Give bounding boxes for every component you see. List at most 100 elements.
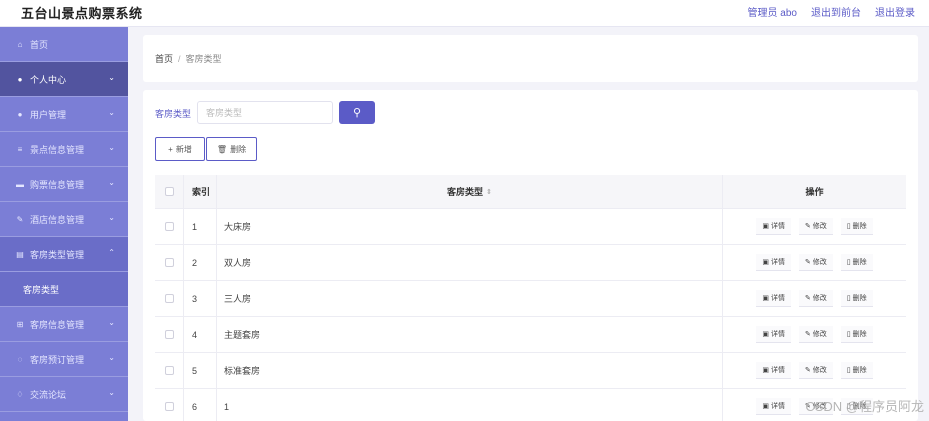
chevron-down-icon: ⌄ <box>108 143 115 152</box>
chevron-down-icon: ⌄ <box>108 388 115 397</box>
row-room-type: 大床房 <box>217 209 723 244</box>
delete-button[interactable]: ▯ 删除 <box>840 290 873 307</box>
sidebar-item-label: 首页 <box>30 39 49 50</box>
row-room-type: 1 <box>217 389 723 421</box>
delete-label: 删除 <box>852 331 867 338</box>
row-index: 2 <box>184 245 217 280</box>
detail-button[interactable]: ▣ 详情 <box>756 398 791 415</box>
detail-button[interactable]: ▣ 详情 <box>756 362 791 379</box>
row-room-type: 双人房 <box>217 245 723 280</box>
table-header-row: 索引 客房类型 ⇕ 操作 <box>155 175 906 209</box>
row-checkbox[interactable] <box>164 294 174 303</box>
trash-icon: ▯ <box>846 259 851 266</box>
detail-button[interactable]: ▣ 详情 <box>756 254 791 271</box>
header-room-type-label: 客房类型 <box>447 187 484 197</box>
search-icon: ⚲ <box>352 107 362 119</box>
sidebar-item-personal-center[interactable]: ● 个人中心 ⌄ <box>0 62 128 97</box>
detail-label: 详情 <box>770 403 785 410</box>
table-row: 4 主题套房 ▣ 详情 ✎ 修改 ▯ 删除 <box>155 317 906 353</box>
trash-icon: ▯ <box>846 295 851 302</box>
sidebar-item-label: 交流论坛 <box>30 389 67 400</box>
plus-icon: + <box>168 144 173 154</box>
chevron-down-icon: ⌄ <box>108 353 115 362</box>
sidebar-item-room-info[interactable]: ⊞ 客房信息管理 ⌄ <box>0 307 128 342</box>
edit-icon: ✎ <box>804 367 811 374</box>
delete-button-label: 删除 <box>230 144 247 154</box>
clock-icon: ◌ <box>17 354 23 364</box>
header-room-type[interactable]: 客房类型 ⇕ <box>217 175 723 208</box>
row-checkbox[interactable] <box>164 366 174 375</box>
detail-label: 详情 <box>770 259 785 266</box>
chevron-down-icon: ⌄ <box>108 213 115 222</box>
select-all-checkbox[interactable] <box>164 187 174 196</box>
table-row: 5 标准套房 ▣ 详情 ✎ 修改 ▯ 删除 <box>155 353 906 389</box>
sidebar-item-room-type-management[interactable]: ▤ 客房类型管理 ⌃ <box>0 237 128 272</box>
row-checkbox[interactable] <box>164 222 174 231</box>
trash-icon: 🗑 <box>216 144 228 154</box>
grid-icon: ⊞ <box>16 319 24 329</box>
sort-icon[interactable]: ⇕ <box>486 188 492 196</box>
sidebar-item-home[interactable]: ⌂ 首页 <box>0 27 128 62</box>
row-room-type: 三人房 <box>217 281 723 316</box>
chevron-down-icon: ⌄ <box>108 178 115 187</box>
delete-button[interactable]: ▯ 删除 <box>840 218 873 235</box>
chevron-up-icon: ⌃ <box>108 248 115 257</box>
row-checkbox[interactable] <box>164 402 174 411</box>
breadcrumb: 首页 / 客房类型 <box>155 52 222 65</box>
batch-delete-button[interactable]: 🗑 删除 <box>206 137 257 161</box>
sidebar-item-hotel-info[interactable]: ✎ 酒店信息管理 ⌄ <box>0 202 128 237</box>
delete-button[interactable]: ▯ 删除 <box>840 362 873 379</box>
add-button[interactable]: + 新增 <box>155 137 205 161</box>
edit-icon: ✎ <box>16 214 24 224</box>
edit-button[interactable]: ✎ 修改 <box>798 362 833 379</box>
exit-to-front-link[interactable]: 退出到前台 <box>811 4 861 19</box>
edit-button[interactable]: ✎ 修改 <box>798 326 833 343</box>
sidebar-subitem-room-type[interactable]: 客房类型 <box>0 272 128 307</box>
edit-label: 修改 <box>812 331 827 338</box>
table-row: 6 1 ▣ 详情 ✎ 修改 ▯ 删除 <box>155 389 906 421</box>
watermark: CSDN @程序员阿龙 <box>805 399 924 414</box>
edit-button[interactable]: ✎ 修改 <box>798 290 833 307</box>
trash-icon: ▯ <box>846 223 851 230</box>
delete-button[interactable]: ▯ 删除 <box>840 254 873 271</box>
edit-label: 修改 <box>812 223 827 230</box>
breadcrumb-card: 首页 / 客房类型 <box>143 35 918 82</box>
row-checkbox[interactable] <box>164 258 174 267</box>
detail-icon: ▣ <box>762 295 770 302</box>
edit-button[interactable]: ✎ 修改 <box>798 254 833 271</box>
sidebar-item-user-management[interactable]: ● 用户管理 ⌄ <box>0 97 128 132</box>
search-input[interactable] <box>197 101 333 124</box>
detail-label: 详情 <box>770 367 785 374</box>
row-checkbox[interactable] <box>164 330 174 339</box>
search-label: 客房类型 <box>155 109 192 119</box>
sidebar-item-ticket-info[interactable]: ▬ 购票信息管理 ⌄ <box>0 167 128 202</box>
logout-link[interactable]: 退出登录 <box>875 4 915 19</box>
sidebar-item-label: 客房类型管理 <box>30 249 85 260</box>
table-row: 2 双人房 ▣ 详情 ✎ 修改 ▯ 删除 <box>155 245 906 281</box>
sidebar-item-scenic-info[interactable]: ≡ 景点信息管理 ⌄ <box>0 132 128 167</box>
sidebar-item-room-booking[interactable]: ◌ 客房预订管理 ⌄ <box>0 342 128 377</box>
header-operations: 操作 <box>805 187 824 197</box>
detail-button[interactable]: ▣ 详情 <box>756 218 791 235</box>
sidebar-item-label: 个人中心 <box>30 74 67 85</box>
admin-user-link[interactable]: 管理员 abo <box>748 4 797 19</box>
sidebar-item-forum[interactable]: ♢ 交流论坛 ⌄ <box>0 377 128 412</box>
breadcrumb-home[interactable]: 首页 <box>155 54 173 64</box>
detail-label: 详情 <box>770 331 785 338</box>
detail-button[interactable]: ▣ 详情 <box>756 326 791 343</box>
trash-icon: ▯ <box>846 331 851 338</box>
edit-label: 修改 <box>812 295 827 302</box>
delete-label: 删除 <box>852 259 867 266</box>
search-button[interactable]: ⚲ <box>339 101 375 124</box>
detail-button[interactable]: ▣ 详情 <box>756 290 791 307</box>
edit-button[interactable]: ✎ 修改 <box>798 218 833 235</box>
edit-icon: ✎ <box>804 223 811 230</box>
user-icon: ● <box>17 109 23 119</box>
row-room-type: 标准套房 <box>217 353 723 388</box>
header-index: 索引 <box>184 175 217 208</box>
breadcrumb-current: 客房类型 <box>185 54 222 64</box>
row-room-type: 主题套房 <box>217 317 723 352</box>
edit-label: 修改 <box>812 367 827 374</box>
delete-button[interactable]: ▯ 删除 <box>840 326 873 343</box>
edit-icon: ✎ <box>804 331 811 338</box>
